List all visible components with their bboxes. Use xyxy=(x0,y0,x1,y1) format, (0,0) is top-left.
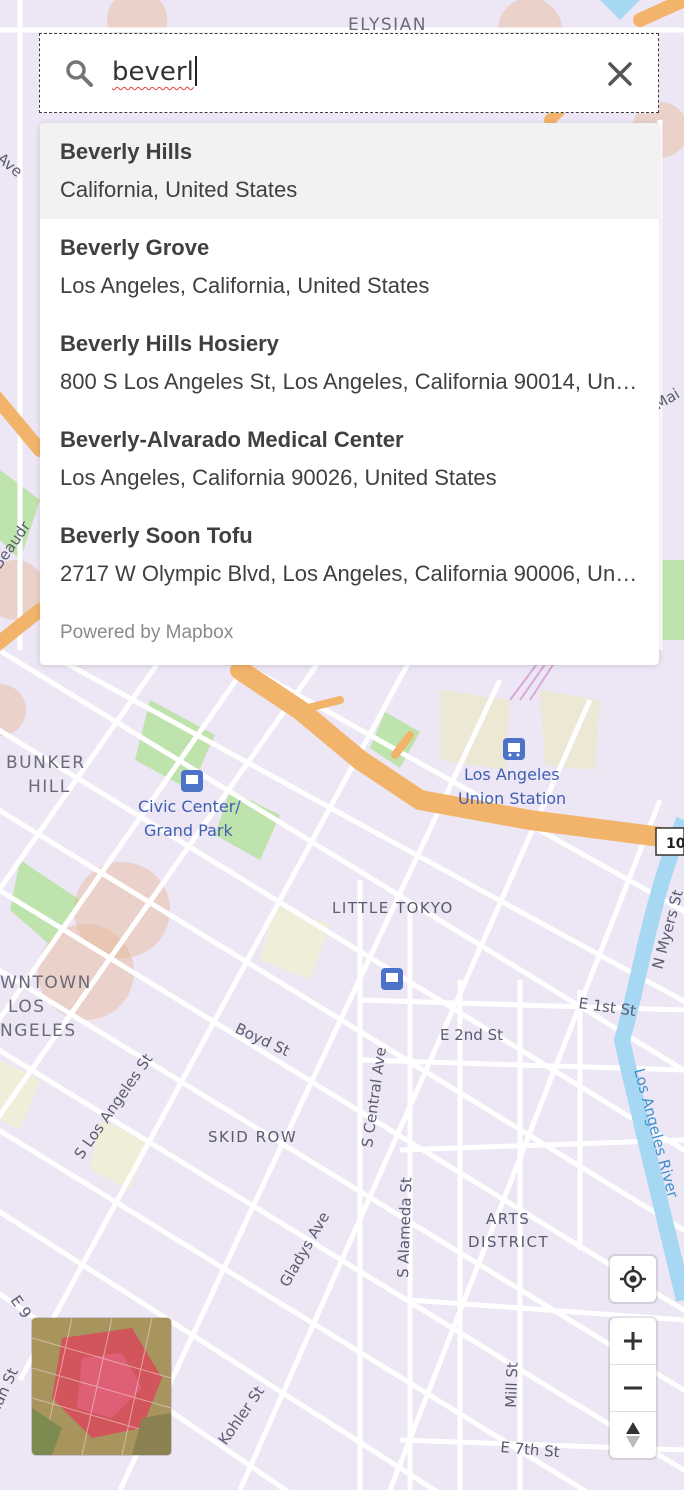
label-bunker: BUNKER xyxy=(6,753,86,773)
label-arts: ARTS xyxy=(486,1210,530,1228)
compass-button[interactable] xyxy=(610,1411,656,1458)
suggestion-item[interactable]: Beverly Grove Los Angeles, California, U… xyxy=(40,219,659,315)
suggestion-address: 2717 W Olympic Blvd, Los Angeles, Califo… xyxy=(60,561,639,586)
search-input[interactable]: beverl xyxy=(112,56,197,88)
zoom-out-button[interactable] xyxy=(610,1364,656,1411)
suggestion-address: California, United States xyxy=(60,177,298,202)
label-mill-st: Mill St xyxy=(502,1362,522,1408)
label-district: DISTRICT xyxy=(468,1233,549,1251)
suggestion-address: 800 S Los Angeles St, Los Angeles, Calif… xyxy=(60,369,639,394)
suggestion-address: Los Angeles, California, United States xyxy=(60,273,430,298)
label-s-alameda-st: S Alameda St xyxy=(394,1177,416,1278)
suggestions-list: Beverly Hills California, United States … xyxy=(40,123,659,665)
search-icon xyxy=(66,60,93,87)
close-icon[interactable] xyxy=(602,56,638,92)
suggestion-title: Beverly Soon Tofu xyxy=(60,523,253,548)
metro-icon-little-tokyo[interactable] xyxy=(381,968,403,990)
powered-by-mapbox[interactable]: Powered by Mapbox xyxy=(60,622,233,644)
hwy-101-shield: 101 xyxy=(655,827,684,856)
zoom-out-icon xyxy=(624,1386,642,1390)
compass-icon xyxy=(626,1422,640,1448)
minimap-image xyxy=(32,1318,171,1455)
label-skid-row: SKID ROW xyxy=(208,1128,297,1146)
geolocate-icon xyxy=(620,1266,646,1292)
suggestion-item[interactable]: Beverly Soon Tofu 2717 W Olympic Blvd, L… xyxy=(40,507,659,603)
label-e-2nd-st: E 2nd St xyxy=(440,1026,503,1044)
text-caret xyxy=(194,56,197,86)
suggestion-title: Beverly Hills Hosiery xyxy=(60,331,279,356)
minimap-thumbnail[interactable] xyxy=(32,1318,171,1455)
suggestion-item[interactable]: Beverly-Alvarado Medical Center Los Ange… xyxy=(40,411,659,507)
suggestion-item[interactable]: Beverly Hills Hosiery 800 S Los Angeles … xyxy=(40,315,659,411)
zoom-in-button[interactable] xyxy=(610,1318,656,1364)
label-downtown: WNTOWN xyxy=(0,973,92,993)
label-union-station: Union Station xyxy=(458,789,566,808)
geolocate-control xyxy=(610,1256,656,1302)
label-los: LOS xyxy=(8,997,46,1017)
label-angeles: NGELES xyxy=(0,1021,77,1041)
suggestion-title: Beverly Hills xyxy=(60,139,193,164)
suggestion-title: Beverly-Alvarado Medical Center xyxy=(60,427,404,452)
label-little-tokyo: LITTLE TOKYO xyxy=(332,899,454,917)
label-grand-park: Grand Park xyxy=(144,821,233,840)
suggestion-item[interactable]: Beverly Hills California, United States xyxy=(40,123,659,219)
label-civic-center: Civic Center/ xyxy=(138,797,241,816)
suggestion-address: Los Angeles, California 90026, United St… xyxy=(60,465,497,490)
svg-text:101: 101 xyxy=(666,836,684,852)
train-station-icon[interactable] xyxy=(503,738,525,760)
suggestion-title: Beverly Grove xyxy=(60,235,210,260)
label-los-angeles: Los Angeles xyxy=(464,765,560,784)
label-hill: HILL xyxy=(28,777,71,797)
metro-icon-civic-center[interactable] xyxy=(181,770,203,792)
search-box[interactable]: beverl xyxy=(39,33,659,113)
label-elysian: ELYSIAN xyxy=(348,15,427,35)
navigation-control xyxy=(610,1318,656,1458)
zoom-in-icon xyxy=(624,1332,642,1350)
geolocate-button[interactable] xyxy=(610,1256,656,1302)
search-query-text: beverl xyxy=(112,57,194,87)
